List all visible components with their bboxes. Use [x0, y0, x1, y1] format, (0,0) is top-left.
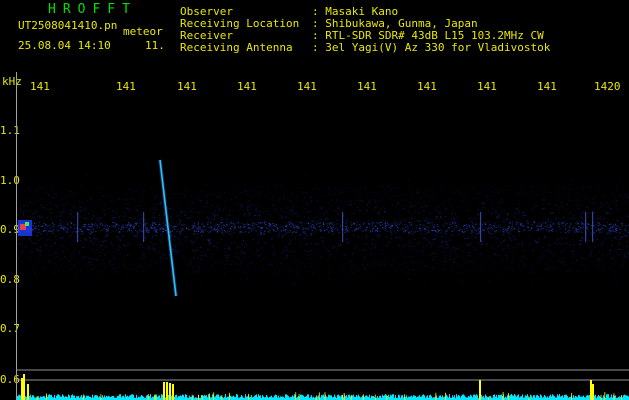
noise-band [17, 173, 629, 287]
observer-value: : Masaki Kano [312, 5, 399, 18]
location-label: Receiving Location [180, 17, 300, 30]
app-title: HROFFT [48, 2, 137, 17]
receiver-label: Receiver [180, 29, 233, 42]
observer-label: Observer [180, 5, 233, 18]
spectrum-trace [17, 394, 629, 400]
date-time: 25.08.04 14:10 [18, 39, 111, 52]
carrier-streak [17, 222, 629, 233]
receiver-value: : RTL-SDR SDR# 43dB L15 103.2MHz CW [312, 29, 544, 42]
location-value: : Shibukawa, Gunma, Japan [312, 17, 478, 30]
spectrum-plot [17, 369, 629, 400]
sequence-number: 11. [145, 39, 165, 52]
waterfall-display [17, 159, 629, 297]
antenna-label: Receiving Antenna [180, 41, 293, 54]
file-tag: meteor [123, 25, 163, 38]
antenna-value: : 3el Yagi(V) Az 330 for Vladivostok [312, 41, 551, 54]
left-edge-signal [18, 220, 32, 236]
file-name: UT2508041410.pn [18, 19, 118, 32]
